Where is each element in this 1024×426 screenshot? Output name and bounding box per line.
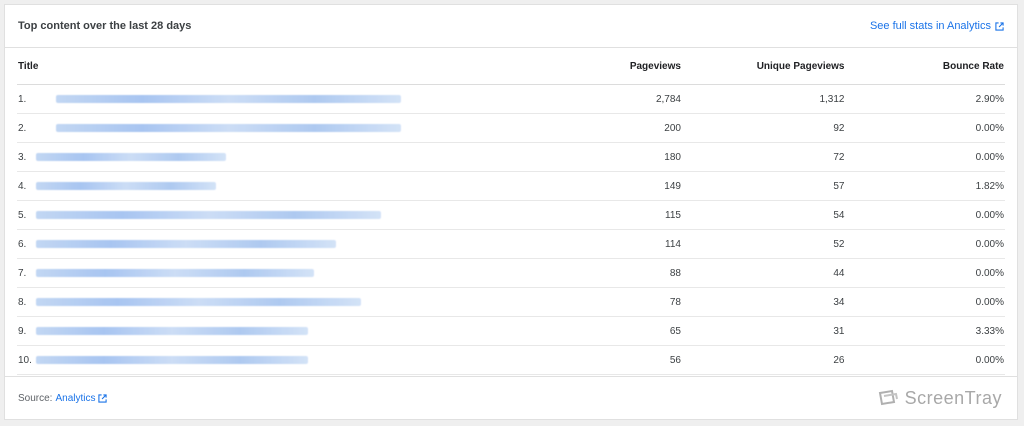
card-title: Top content over the last 28 days: [18, 20, 192, 32]
blurred-page-title[interactable]: [36, 239, 336, 248]
row-rank: 2.: [18, 122, 27, 134]
table-row: 5. 115 54 0.00%: [17, 200, 1005, 230]
cell-title[interactable]: 4.: [17, 171, 578, 201]
cell-unique-pageviews: 54: [680, 200, 845, 230]
cell-bounce-rate: 0.00%: [844, 113, 1005, 143]
table-row: 8. 78 34 0.00%: [17, 287, 1005, 317]
cell-unique-pageviews: 92: [680, 113, 845, 143]
blurred-page-title[interactable]: [56, 123, 401, 132]
blurred-page-title[interactable]: [36, 152, 226, 161]
cell-bounce-rate: 0.00%: [844, 287, 1005, 317]
cell-unique-pageviews: 44: [680, 258, 845, 288]
row-rank: 5.: [18, 209, 27, 221]
cell-title[interactable]: 9.: [17, 316, 578, 346]
cell-bounce-rate: 0.00%: [844, 258, 1005, 288]
row-rank: 7.: [18, 267, 27, 279]
cell-bounce-rate: 3.33%: [844, 316, 1005, 346]
blurred-page-title[interactable]: [36, 181, 216, 190]
table-row: 9. 65 31 3.33%: [17, 316, 1005, 346]
cell-title[interactable]: 2.: [17, 113, 578, 143]
top-content-card: Top content over the last 28 days See fu…: [4, 4, 1018, 420]
cell-title[interactable]: 6.: [17, 229, 578, 259]
cell-pageviews: 2,784: [577, 84, 681, 114]
cell-unique-pageviews: 31: [680, 316, 845, 346]
table-row: 7. 88 44 0.00%: [17, 258, 1005, 288]
cell-pageviews: 115: [577, 200, 681, 230]
screentray-logo-icon: [878, 389, 898, 406]
cell-bounce-rate: 0.00%: [844, 142, 1005, 172]
source-analytics-link-label: Analytics: [55, 392, 96, 404]
cell-bounce-rate: 0.00%: [844, 345, 1005, 375]
analytics-stats-link[interactable]: See full stats in Analytics: [870, 20, 1004, 32]
watermark-text: ScreenTray: [904, 387, 1002, 408]
table-row: 10. 56 26 0.00%: [17, 345, 1005, 375]
cell-unique-pageviews: 72: [680, 142, 845, 172]
external-link-icon[interactable]: [98, 393, 108, 403]
cell-bounce-rate: 0.00%: [844, 229, 1005, 259]
cell-bounce-rate: 0.00%: [844, 200, 1005, 230]
cell-pageviews: 78: [577, 287, 681, 317]
cell-unique-pageviews: 57: [680, 171, 845, 201]
external-link-icon: [995, 21, 1004, 31]
cell-unique-pageviews: 1,312: [680, 84, 845, 114]
table-row: 2. 200 92 0.00%: [17, 113, 1005, 143]
screentray-watermark: ScreenTray: [877, 388, 1002, 409]
row-rank: 3.: [18, 151, 27, 163]
row-rank: 1.: [18, 93, 27, 105]
table-row: 1. 2,784 1,312 2.90%: [17, 84, 1005, 114]
cell-bounce-rate: 1.82%: [844, 171, 1005, 201]
cell-pageviews: 65: [577, 316, 681, 346]
column-header-pageviews[interactable]: Pageviews: [577, 48, 681, 85]
table-row: 6. 114 52 0.00%: [17, 229, 1005, 259]
cell-pageviews: 180: [577, 142, 681, 172]
cell-pageviews: 88: [577, 258, 681, 288]
column-header-title[interactable]: Title: [17, 48, 578, 85]
top-content-table: Title Pageviews Unique Pageviews Bounce …: [17, 48, 1005, 375]
source-analytics-link[interactable]: Analytics: [55, 393, 95, 404]
column-header-unique-pageviews[interactable]: Unique Pageviews: [680, 48, 845, 85]
table-row: 3. 180 72 0.00%: [17, 142, 1005, 172]
table-header-row: Title Pageviews Unique Pageviews Bounce …: [17, 48, 1005, 85]
row-rank: 4.: [18, 180, 27, 192]
table-row: 4. 149 57 1.82%: [17, 171, 1005, 201]
source-label: Source:: [18, 392, 53, 404]
blurred-page-title[interactable]: [36, 210, 381, 219]
cell-title[interactable]: 5.: [17, 200, 578, 230]
blurred-page-title[interactable]: [56, 94, 401, 103]
cell-unique-pageviews: 52: [680, 229, 845, 259]
cell-title[interactable]: 8.: [17, 287, 578, 317]
cell-title[interactable]: 10.: [17, 345, 578, 375]
row-rank: 8.: [18, 296, 27, 308]
cell-title[interactable]: 1.: [17, 84, 578, 114]
cell-pageviews: 149: [577, 171, 681, 201]
cell-pageviews: 200: [577, 113, 681, 143]
cell-pageviews: 114: [577, 229, 681, 259]
blurred-page-title[interactable]: [36, 297, 361, 306]
blurred-page-title[interactable]: [36, 355, 308, 364]
row-rank: 10.: [18, 354, 32, 366]
source-line: Source: Analytics: [18, 392, 108, 404]
card-header: Top content over the last 28 days See fu…: [5, 5, 1017, 48]
cell-bounce-rate: 2.90%: [844, 84, 1005, 114]
cell-unique-pageviews: 34: [680, 287, 845, 317]
row-rank: 9.: [18, 325, 27, 337]
cell-title[interactable]: 7.: [17, 258, 578, 288]
blurred-page-title[interactable]: [36, 268, 314, 277]
row-rank: 6.: [18, 238, 27, 250]
card-footer: Source: Analytics ScreenTray: [5, 376, 1017, 419]
blurred-page-title[interactable]: [36, 326, 308, 335]
cell-unique-pageviews: 26: [680, 345, 845, 375]
cell-pageviews: 56: [577, 345, 681, 375]
cell-title[interactable]: 3.: [17, 142, 578, 172]
column-header-bounce-rate[interactable]: Bounce Rate: [844, 48, 1005, 85]
analytics-stats-link-label: See full stats in Analytics: [869, 20, 991, 32]
